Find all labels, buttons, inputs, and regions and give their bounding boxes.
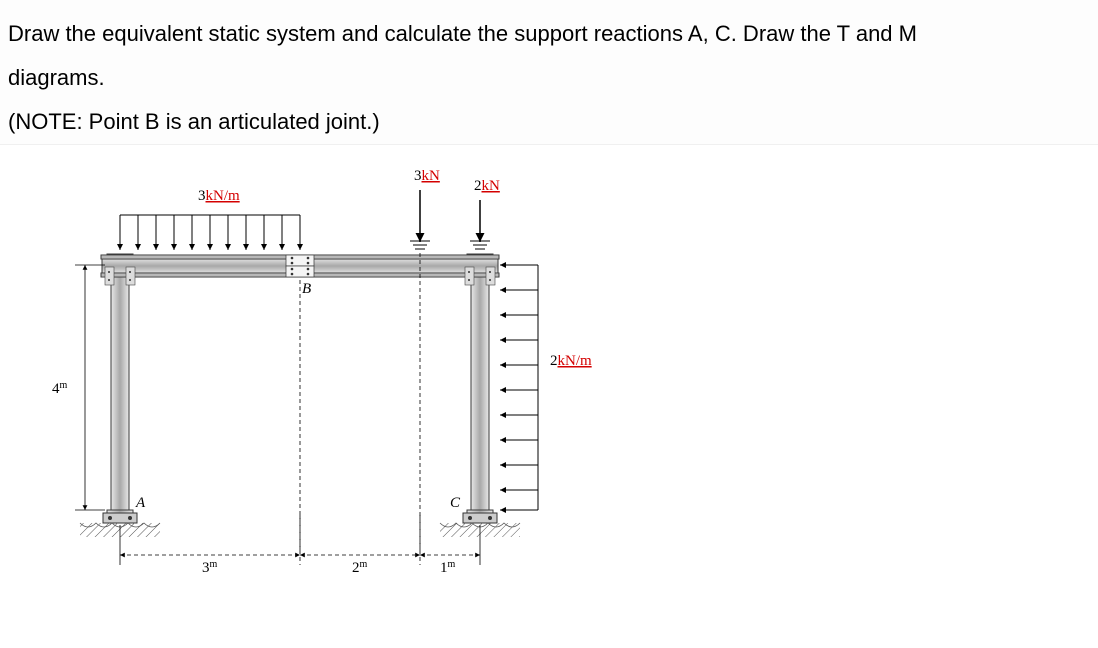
question-text: Draw the equivalent static system and ca… [0,0,1098,145]
question-line1: Draw the equivalent static system and ca… [8,12,1090,56]
left-column [107,254,133,514]
dist-side-label: 2kN/m [550,353,592,369]
structural-diagram: 3kN/m 3kN 2kN 2kN/m A [10,155,710,595]
label-b: B [302,281,311,297]
dim-horizontal: 3m 2m 1m [120,253,480,576]
question-line2: diagrams. [8,56,1090,100]
point-load-3kn: 3kN [410,168,440,249]
p2-label: 2kN [474,178,500,194]
distributed-load-top: 3kN/m [120,188,300,250]
p1-label: 3kN [414,168,440,184]
question-note: (NOTE: Point B is an articulated joint.) [8,100,1090,144]
dim-height: 4m [52,265,105,510]
dim-d2-label: 2m [352,559,368,576]
right-column [467,254,493,514]
distributed-load-side: 2kN/m [500,265,592,510]
dist-top-label: 3kN/m [198,188,240,204]
dim-d1-label: 3m [202,559,218,576]
dim-h-label: 4m [52,380,68,397]
dim-d3-label: 1m [440,559,456,576]
point-load-2kn: 2kN [470,178,500,249]
label-a: A [135,495,146,511]
label-c: C [450,495,461,511]
hinge-b [286,255,314,277]
